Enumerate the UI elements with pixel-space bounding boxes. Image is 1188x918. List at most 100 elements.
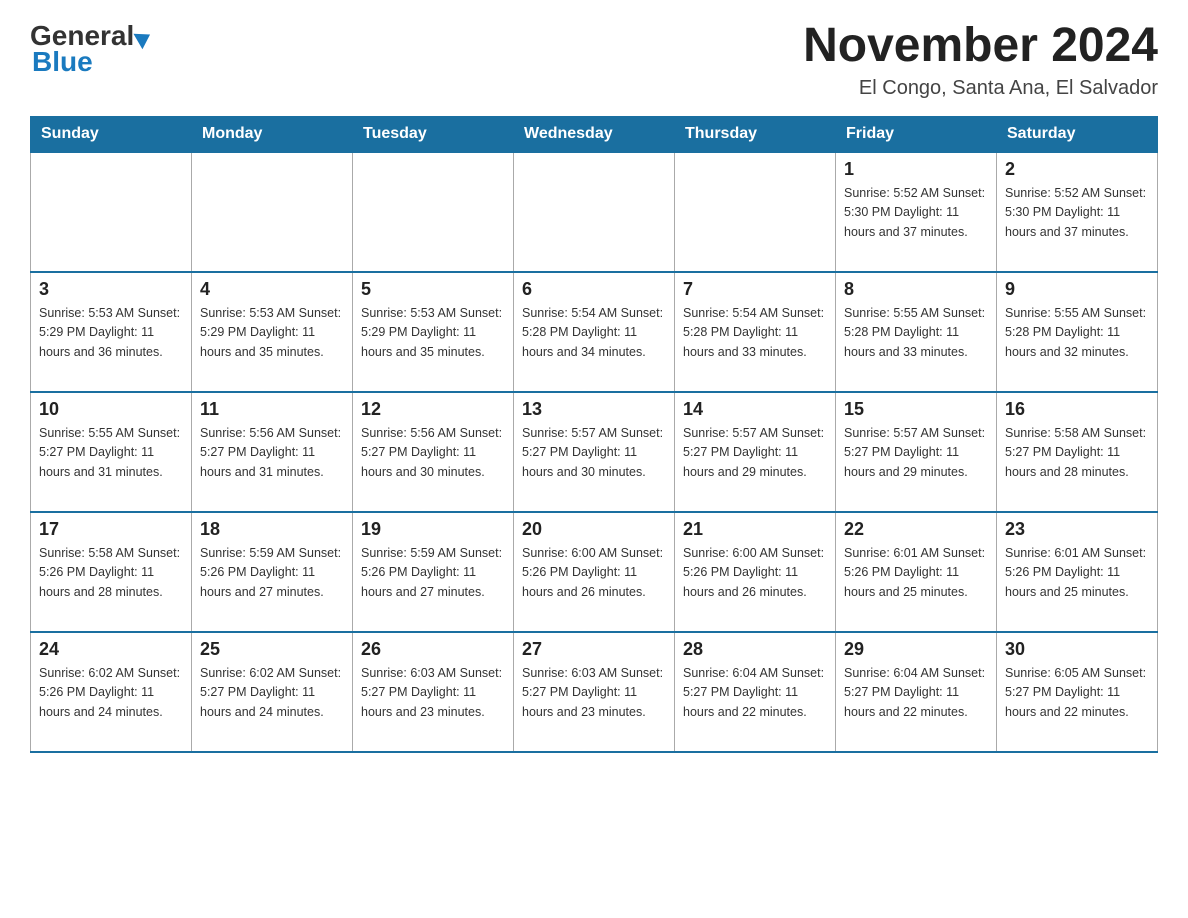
- column-header-sunday: Sunday: [31, 116, 192, 152]
- day-number: 15: [844, 399, 988, 420]
- day-number: 7: [683, 279, 827, 300]
- day-info: Sunrise: 6:04 AM Sunset: 5:27 PM Dayligh…: [844, 664, 988, 722]
- day-info: Sunrise: 5:57 AM Sunset: 5:27 PM Dayligh…: [522, 424, 666, 482]
- day-info: Sunrise: 5:53 AM Sunset: 5:29 PM Dayligh…: [39, 304, 183, 362]
- calendar-cell: 25 Sunrise: 6:02 AM Sunset: 5:27 PM Dayli…: [192, 632, 353, 752]
- day-number: 22: [844, 519, 988, 540]
- day-number: 5: [361, 279, 505, 300]
- calendar-cell: 7 Sunrise: 5:54 AM Sunset: 5:28 PM Daylig…: [675, 272, 836, 392]
- calendar-cell: [514, 152, 675, 272]
- title-area: November 2024 El Congo, Santa Ana, El Sa…: [803, 20, 1158, 100]
- calendar-cell: 4Sunrise: 5:53 AM Sunset: 5:29 PM Daylig…: [192, 272, 353, 392]
- day-number: 18: [200, 519, 344, 540]
- column-header-wednesday: Wednesday: [514, 116, 675, 152]
- week-row-4: 17Sunrise: 5:58 AM Sunset: 5:26 PM Dayli…: [31, 512, 1158, 632]
- day-info: Sunrise: 5:56 AM Sunset: 5:27 PM Dayligh…: [200, 424, 344, 482]
- day-number: 30: [1005, 639, 1149, 660]
- calendar-cell: 2 Sunrise: 5:52 AM Sunset: 5:30 PM Daylig…: [997, 152, 1158, 272]
- day-info: Sunrise: 6:00 AM Sunset: 5:26 PM Dayligh…: [522, 544, 666, 602]
- calendar-cell: 18Sunrise: 5:59 AM Sunset: 5:26 PM Dayli…: [192, 512, 353, 632]
- day-info: Sunrise: 6:03 AM Sunset: 5:27 PM Dayligh…: [361, 664, 505, 722]
- day-number: 20: [522, 519, 666, 540]
- day-number: 16: [1005, 399, 1149, 420]
- calendar-cell: 28Sunrise: 6:04 AM Sunset: 5:27 PM Dayli…: [675, 632, 836, 752]
- day-info: Sunrise: 5:55 AM Sunset: 5:28 PM Dayligh…: [1005, 304, 1149, 362]
- column-header-tuesday: Tuesday: [353, 116, 514, 152]
- day-number: 12: [361, 399, 505, 420]
- calendar-cell: 19 Sunrise: 5:59 AM Sunset: 5:26 PM Dayli…: [353, 512, 514, 632]
- day-info: Sunrise: 6:03 AM Sunset: 5:27 PM Dayligh…: [522, 664, 666, 722]
- day-info: Sunrise: 6:01 AM Sunset: 5:26 PM Dayligh…: [1005, 544, 1149, 602]
- calendar-cell: 29 Sunrise: 6:04 AM Sunset: 5:27 PM Dayli…: [836, 632, 997, 752]
- day-info: Sunrise: 5:53 AM Sunset: 5:29 PM Dayligh…: [200, 304, 344, 362]
- day-number: 25: [200, 639, 344, 660]
- calendar-cell: 8 Sunrise: 5:55 AM Sunset: 5:28 PM Daylig…: [836, 272, 997, 392]
- day-number: 26: [361, 639, 505, 660]
- day-number: 8: [844, 279, 988, 300]
- day-number: 28: [683, 639, 827, 660]
- day-info: Sunrise: 6:01 AM Sunset: 5:26 PM Dayligh…: [844, 544, 988, 602]
- day-info: Sunrise: 5:59 AM Sunset: 5:26 PM Dayligh…: [361, 544, 505, 602]
- day-number: 19: [361, 519, 505, 540]
- location-subtitle: El Congo, Santa Ana, El Salvador: [803, 77, 1158, 100]
- day-info: Sunrise: 5:58 AM Sunset: 5:27 PM Dayligh…: [1005, 424, 1149, 482]
- day-number: 23: [1005, 519, 1149, 540]
- main-title: November 2024: [803, 20, 1158, 73]
- calendar-cell: [192, 152, 353, 272]
- calendar-cell: 12 Sunrise: 5:56 AM Sunset: 5:27 PM Dayli…: [353, 392, 514, 512]
- day-info: Sunrise: 6:00 AM Sunset: 5:26 PM Dayligh…: [683, 544, 827, 602]
- day-info: Sunrise: 5:57 AM Sunset: 5:27 PM Dayligh…: [683, 424, 827, 482]
- day-info: Sunrise: 5:56 AM Sunset: 5:27 PM Dayligh…: [361, 424, 505, 482]
- column-header-friday: Friday: [836, 116, 997, 152]
- day-number: 2: [1005, 159, 1149, 180]
- week-row-3: 10 Sunrise: 5:55 AM Sunset: 5:27 PM Dayli…: [31, 392, 1158, 512]
- calendar-cell: 6 Sunrise: 5:54 AM Sunset: 5:28 PM Daylig…: [514, 272, 675, 392]
- day-number: 3: [39, 279, 183, 300]
- calendar-cell: 16 Sunrise: 5:58 AM Sunset: 5:27 PM Dayli…: [997, 392, 1158, 512]
- calendar-cell: 27 Sunrise: 6:03 AM Sunset: 5:27 PM Dayli…: [514, 632, 675, 752]
- day-number: 27: [522, 639, 666, 660]
- calendar-cell: 13 Sunrise: 5:57 AM Sunset: 5:27 PM Dayli…: [514, 392, 675, 512]
- calendar-cell: 21 Sunrise: 6:00 AM Sunset: 5:26 PM Dayli…: [675, 512, 836, 632]
- day-number: 6: [522, 279, 666, 300]
- calendar-cell: [675, 152, 836, 272]
- calendar-cell: [353, 152, 514, 272]
- calendar-cell: 22 Sunrise: 6:01 AM Sunset: 5:26 PM Dayli…: [836, 512, 997, 632]
- day-info: Sunrise: 5:55 AM Sunset: 5:28 PM Dayligh…: [844, 304, 988, 362]
- calendar-cell: 11 Sunrise: 5:56 AM Sunset: 5:27 PM Dayli…: [192, 392, 353, 512]
- logo: General Blue: [30, 20, 151, 78]
- calendar-cell: 3 Sunrise: 5:53 AM Sunset: 5:29 PM Daylig…: [31, 272, 192, 392]
- column-header-monday: Monday: [192, 116, 353, 152]
- calendar-header-row: SundayMondayTuesdayWednesdayThursdayFrid…: [31, 116, 1158, 152]
- calendar-cell: 1Sunrise: 5:52 AM Sunset: 5:30 PM Daylig…: [836, 152, 997, 272]
- day-number: 11: [200, 399, 344, 420]
- day-info: Sunrise: 6:05 AM Sunset: 5:27 PM Dayligh…: [1005, 664, 1149, 722]
- day-number: 29: [844, 639, 988, 660]
- day-number: 13: [522, 399, 666, 420]
- calendar-cell: 26 Sunrise: 6:03 AM Sunset: 5:27 PM Dayli…: [353, 632, 514, 752]
- day-info: Sunrise: 5:55 AM Sunset: 5:27 PM Dayligh…: [39, 424, 183, 482]
- day-info: Sunrise: 5:57 AM Sunset: 5:27 PM Dayligh…: [844, 424, 988, 482]
- day-info: Sunrise: 5:58 AM Sunset: 5:26 PM Dayligh…: [39, 544, 183, 602]
- calendar-cell: 30 Sunrise: 6:05 AM Sunset: 5:27 PM Dayli…: [997, 632, 1158, 752]
- day-number: 24: [39, 639, 183, 660]
- day-info: Sunrise: 6:02 AM Sunset: 5:27 PM Dayligh…: [200, 664, 344, 722]
- calendar-table: SundayMondayTuesdayWednesdayThursdayFrid…: [30, 116, 1158, 753]
- column-header-thursday: Thursday: [675, 116, 836, 152]
- calendar-cell: 24Sunrise: 6:02 AM Sunset: 5:26 PM Dayli…: [31, 632, 192, 752]
- week-row-1: 1Sunrise: 5:52 AM Sunset: 5:30 PM Daylig…: [31, 152, 1158, 272]
- day-info: Sunrise: 5:52 AM Sunset: 5:30 PM Dayligh…: [1005, 184, 1149, 242]
- calendar-cell: 17Sunrise: 5:58 AM Sunset: 5:26 PM Dayli…: [31, 512, 192, 632]
- day-number: 10: [39, 399, 183, 420]
- day-info: Sunrise: 5:54 AM Sunset: 5:28 PM Dayligh…: [683, 304, 827, 362]
- calendar-cell: 9 Sunrise: 5:55 AM Sunset: 5:28 PM Daylig…: [997, 272, 1158, 392]
- calendar-cell: 23 Sunrise: 6:01 AM Sunset: 5:26 PM Dayli…: [997, 512, 1158, 632]
- day-info: Sunrise: 5:52 AM Sunset: 5:30 PM Dayligh…: [844, 184, 988, 242]
- page-header: General Blue November 2024 El Congo, San…: [30, 20, 1158, 100]
- week-row-5: 24Sunrise: 6:02 AM Sunset: 5:26 PM Dayli…: [31, 632, 1158, 752]
- day-number: 9: [1005, 279, 1149, 300]
- calendar-cell: 14Sunrise: 5:57 AM Sunset: 5:27 PM Dayli…: [675, 392, 836, 512]
- calendar-cell: 10 Sunrise: 5:55 AM Sunset: 5:27 PM Dayli…: [31, 392, 192, 512]
- day-info: Sunrise: 5:54 AM Sunset: 5:28 PM Dayligh…: [522, 304, 666, 362]
- day-number: 21: [683, 519, 827, 540]
